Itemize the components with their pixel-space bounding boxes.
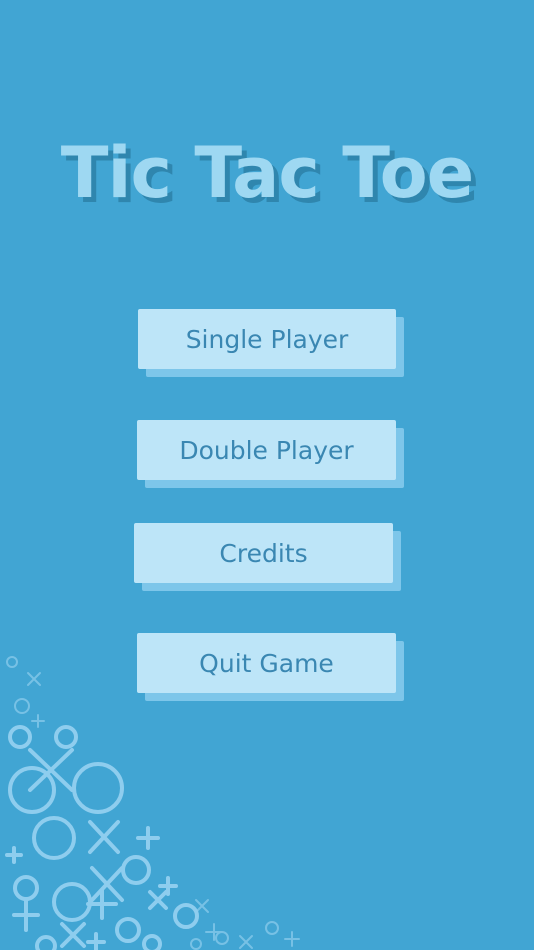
- double-player-button[interactable]: Double Player: [137, 420, 396, 480]
- x-and-o-pattern-icon: [5, 656, 300, 950]
- credits-button[interactable]: Credits: [134, 523, 393, 583]
- game-title: Tic Tac Toe: [60, 132, 474, 214]
- main-menu-screen: Tic Tac Toe Single Player Double Player …: [0, 0, 534, 950]
- single-player-button[interactable]: Single Player: [138, 309, 396, 369]
